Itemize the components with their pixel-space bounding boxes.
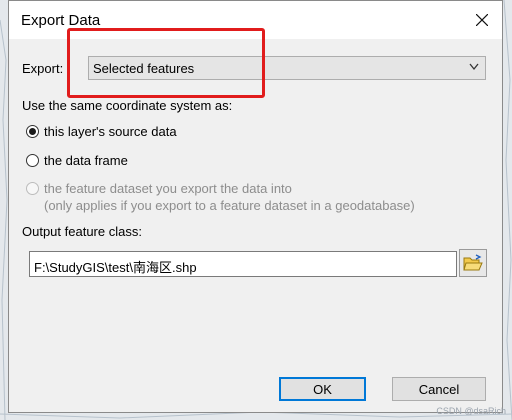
output-path-value: F:\StudyGIS\test\南海区.shp — [34, 260, 197, 275]
export-select[interactable]: Selected features — [88, 56, 486, 80]
chevron-down-icon — [469, 63, 479, 71]
cancel-button[interactable]: Cancel — [392, 377, 486, 401]
close-icon — [476, 14, 488, 26]
browse-button[interactable] — [459, 249, 487, 277]
watermark: CSDN @dsaRich — [436, 406, 506, 416]
radio-layer-source-label[interactable]: this layer's source data — [44, 124, 177, 139]
export-select-value: Selected features — [93, 61, 195, 76]
open-folder-icon — [463, 254, 483, 271]
radio-feature-dataset-label: the feature dataset you export the data … — [44, 181, 292, 196]
dialog-title: Export Data — [21, 12, 101, 29]
radio-feature-dataset-note: (only applies if you export to a feature… — [44, 198, 415, 213]
close-button[interactable] — [462, 1, 502, 39]
ok-button-label: OK — [313, 381, 332, 397]
export-data-dialog: Export Data Export: Selected features Us… — [8, 0, 503, 413]
export-label: Export: — [22, 61, 64, 76]
output-path-field[interactable]: F:\StudyGIS\test\南海区.shp — [29, 251, 457, 277]
radio-data-frame-label[interactable]: the data frame — [44, 153, 128, 168]
radio-layer-source[interactable] — [26, 125, 39, 138]
coordinate-system-heading: Use the same coordinate system as: — [22, 98, 233, 113]
cancel-button-label: Cancel — [418, 381, 460, 397]
radio-data-frame[interactable] — [26, 154, 39, 167]
title-bar: Export Data — [9, 1, 502, 39]
ok-button[interactable]: OK — [279, 377, 366, 401]
radio-feature-dataset — [26, 182, 39, 195]
output-feature-class-label: Output feature class: — [22, 224, 142, 239]
